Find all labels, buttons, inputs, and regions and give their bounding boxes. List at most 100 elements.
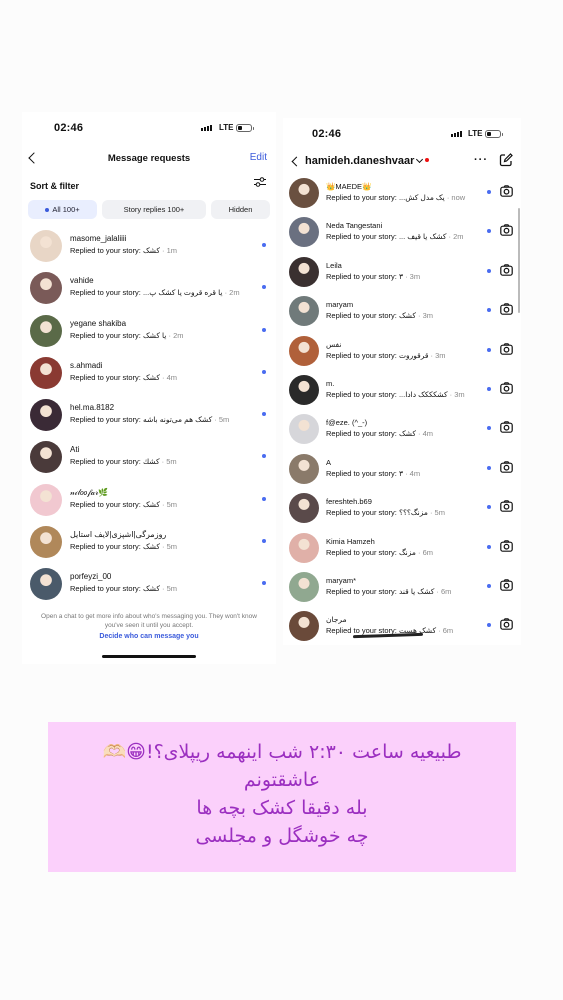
signal-icon bbox=[201, 125, 212, 131]
message-time: 5m bbox=[166, 499, 178, 509]
message-preview: Replied to your story: مزنگ؟؟؟ · 5m bbox=[326, 508, 445, 518]
sender-name: vahide bbox=[70, 276, 94, 286]
message-time: 6m bbox=[442, 626, 454, 636]
message-preview: Replied to your story: یا قره قروت یا کش… bbox=[70, 288, 240, 298]
sender-name: Kimia Hamzeh bbox=[326, 536, 375, 546]
message-time: 4m bbox=[166, 372, 178, 382]
chevron-down-icon bbox=[416, 155, 424, 164]
message-text: کشک bbox=[142, 372, 160, 382]
message-preview: Replied to your story: کشک · 1m bbox=[70, 246, 178, 255]
active-dot-icon bbox=[45, 207, 50, 212]
avatar bbox=[30, 272, 62, 305]
list-item[interactable]: s.ahmadi Replied to your story: کشک · 4m bbox=[22, 354, 276, 396]
message-preview: Replied to your story: مزنگ · 6m bbox=[326, 547, 434, 557]
compose-icon[interactable] bbox=[499, 153, 513, 167]
list-item[interactable]: مرجان Replied to your story: کشک هست · 6m bbox=[283, 608, 521, 645]
message-time: 1m bbox=[166, 246, 178, 255]
list-item[interactable]: hel.ma.8182 Replied to your story: کشک هم… bbox=[22, 396, 276, 438]
filter-sliders-icon[interactable] bbox=[254, 177, 266, 187]
sort-filter-row[interactable]: Sort & filter bbox=[30, 176, 268, 191]
scrollbar[interactable] bbox=[518, 208, 520, 313]
more-options-icon[interactable]: ··· bbox=[474, 154, 488, 166]
header: Message requests Edit bbox=[22, 150, 276, 168]
list-item[interactable]: maryam* Replied to your story: کشک یا قند… bbox=[283, 569, 521, 608]
back-arrow-icon[interactable] bbox=[291, 156, 302, 167]
camera-icon[interactable] bbox=[500, 500, 513, 512]
camera-icon[interactable] bbox=[500, 185, 513, 197]
decide-who-link[interactable]: Decide who can message you bbox=[32, 632, 266, 641]
list-item[interactable]: vahide Replied to your story: یا قره قروت… bbox=[22, 269, 276, 311]
message-text: کشک یا قیف ... bbox=[398, 232, 447, 242]
camera-icon[interactable] bbox=[500, 303, 513, 315]
list-item[interactable]: porfeyzi_00 Replied to your story: کشک · … bbox=[22, 565, 276, 607]
message-preview: Replied to your story: قرقوروت · 3m bbox=[326, 350, 446, 360]
message-preview: Replied to your story: کشك · 5m bbox=[70, 457, 177, 467]
list-item[interactable]: نفس Replied to your story: قرقوروت · 3m bbox=[283, 333, 521, 372]
avatar bbox=[30, 526, 62, 559]
inbox-screen: 02:46 LTE hamideh.daneshvaar ··· 👑MAEDE👑… bbox=[283, 118, 521, 645]
message-time: 2m bbox=[173, 330, 184, 340]
avatar bbox=[30, 314, 62, 347]
list-item[interactable]: Neda Tangestani Replied to your story: کش… bbox=[283, 214, 521, 253]
tab-story-replies-label: Story replies 100+ bbox=[123, 205, 185, 214]
tab-story-replies[interactable]: Story replies 100+ bbox=[102, 200, 206, 219]
signal-icon bbox=[451, 131, 462, 137]
message-preview: Replied to your story: کشک · 4m bbox=[326, 429, 434, 439]
message-preview: Replied to your story: ۳ · 4m bbox=[326, 468, 421, 478]
avatar bbox=[30, 568, 62, 601]
network-label: LTE bbox=[468, 129, 483, 138]
sort-filter-label: Sort & filter bbox=[30, 181, 80, 191]
sender-name: porfeyzi_00 bbox=[70, 572, 112, 582]
message-preview: Replied to your story: کشکککک دادا... · … bbox=[326, 389, 465, 399]
camera-icon[interactable] bbox=[500, 618, 513, 631]
avatar bbox=[289, 178, 319, 208]
edit-button[interactable]: Edit bbox=[250, 152, 267, 163]
camera-icon[interactable] bbox=[500, 342, 513, 355]
sender-name: Neda Tangestani bbox=[326, 221, 383, 231]
account-switcher[interactable]: hamideh.daneshvaar bbox=[305, 155, 430, 167]
list-item[interactable]: 👑MAEDE👑 Replied to your story: یک مدل کش.… bbox=[283, 175, 521, 214]
list-item[interactable]: Kimia Hamzeh Replied to your story: مزنگ … bbox=[283, 530, 521, 569]
camera-icon[interactable] bbox=[500, 421, 513, 434]
reply-prefix: Replied to your story: bbox=[326, 193, 397, 202]
list-item[interactable]: masome_jalaliiii Replied to your story: ک… bbox=[22, 227, 276, 269]
list-item[interactable]: maryam Replied to your story: کشک · 3m bbox=[283, 293, 521, 332]
message-text: کشک هم می‌تونه باشه bbox=[142, 415, 213, 425]
request-list: masome_jalaliiii Replied to your story: ک… bbox=[22, 227, 276, 608]
reply-prefix: Replied to your story: bbox=[326, 508, 397, 518]
camera-icon[interactable] bbox=[500, 382, 513, 394]
tab-hidden[interactable]: Hidden bbox=[211, 200, 270, 219]
camera-icon[interactable] bbox=[500, 539, 513, 552]
message-text: کشکککک دادا... bbox=[398, 389, 448, 399]
camera-icon[interactable] bbox=[500, 264, 513, 276]
list-item[interactable]: A Replied to your story: ۳ · 4m bbox=[283, 451, 521, 490]
battery-icon bbox=[485, 130, 503, 138]
avatar bbox=[289, 374, 319, 405]
unread-dot-icon bbox=[487, 386, 491, 391]
tab-all-label: All 100+ bbox=[52, 205, 80, 214]
message-time: 3m bbox=[454, 389, 465, 399]
list-item[interactable]: 𝓃𝒾𝓁𝑜𝑜𝒻𝒶𝓇🌿 Replied to your story: کشک · 5m bbox=[22, 481, 276, 523]
list-item[interactable]: Ati Replied to your story: کشك · 5m bbox=[22, 438, 276, 480]
camera-icon[interactable] bbox=[500, 224, 513, 237]
list-item[interactable]: fereshteh.b69 Replied to your story: مزنگ… bbox=[283, 490, 521, 529]
sender-name: yegane shakiba bbox=[70, 318, 127, 328]
sender-name: 👑MAEDE👑 bbox=[326, 182, 372, 191]
camera-icon[interactable] bbox=[500, 460, 513, 473]
avatar bbox=[30, 483, 62, 516]
avatar bbox=[30, 230, 62, 262]
tab-all[interactable]: All 100+ bbox=[28, 200, 97, 219]
reply-prefix: Replied to your story: bbox=[70, 246, 141, 255]
list-item[interactable]: روزمرگی|اشپزی|لایف استایل Replied to your… bbox=[22, 523, 276, 565]
camera-icon[interactable] bbox=[500, 579, 513, 591]
message-time: now bbox=[451, 193, 466, 202]
list-item[interactable]: f@eze. (^_-) Replied to your story: کشک ·… bbox=[283, 411, 521, 450]
sender-name: Leila bbox=[326, 260, 342, 270]
list-item[interactable]: Leila Replied to your story: ۳ · 3m bbox=[283, 254, 521, 293]
list-item[interactable]: m. Replied to your story: کشکککک دادا... … bbox=[283, 372, 521, 411]
message-preview: Replied to your story: یا کشک · 2m bbox=[70, 330, 184, 340]
message-preview: Replied to your story: کشک یا قیف ... · … bbox=[326, 232, 464, 242]
list-item[interactable]: yegane shakiba Replied to your story: یا … bbox=[22, 312, 276, 354]
avatar bbox=[289, 571, 319, 602]
sender-name: s.ahmadi bbox=[70, 360, 103, 370]
